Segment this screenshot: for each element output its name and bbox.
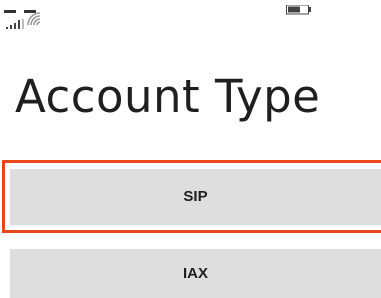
phone-screen: Account Type SIP IAX: [0, 0, 381, 298]
wifi-icon: [27, 11, 41, 26]
battery-icon: [286, 0, 314, 15]
cellular-signal-icon: [6, 14, 24, 29]
status-glyph: [4, 0, 16, 13]
page-title: Account Type: [15, 70, 321, 123]
status-bar: [0, 0, 381, 29]
iax-account-button[interactable]: IAX: [10, 249, 381, 298]
sip-account-button[interactable]: SIP: [10, 169, 381, 225]
status-glyph: [24, 0, 36, 13]
